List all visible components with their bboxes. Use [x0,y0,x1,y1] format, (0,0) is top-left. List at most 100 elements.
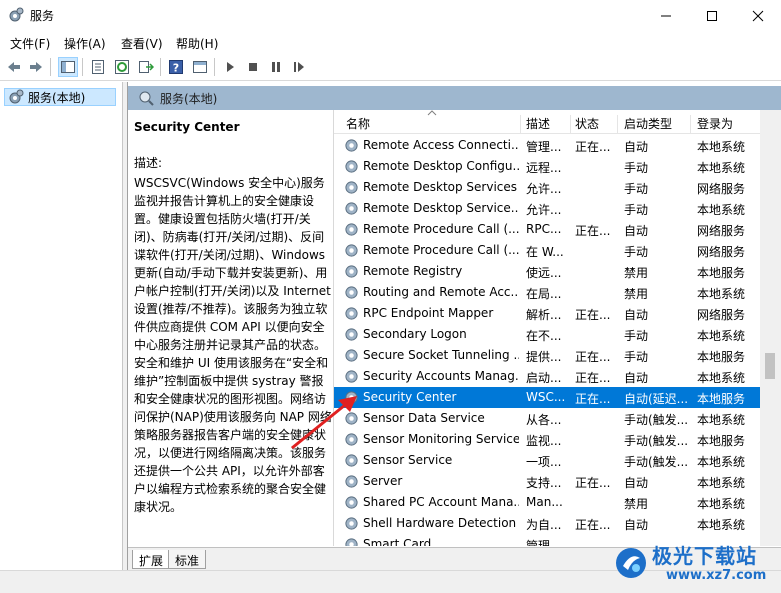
vertical-scrollbar[interactable] [760,110,781,546]
service-gear-icon [345,349,358,362]
service-name: Sensor Service [363,453,453,467]
scrollbar-thumb[interactable] [765,353,775,379]
service-row[interactable]: Sensor Service 一项... 手动(触发... 本地系统 [334,450,765,471]
service-row[interactable]: Security Accounts Manag... 启动... 正在... 自动 本地… [334,366,765,387]
start-service-button[interactable] [220,57,240,77]
service-description: WSC... [526,390,566,404]
service-row[interactable]: Server 支持... 正在... 自动 本地系统 [334,471,765,492]
tab-standard[interactable]: 标准 [168,550,207,569]
service-name: Remote Desktop Service... [363,201,519,215]
pause-service-button[interactable] [266,57,286,77]
menu-file[interactable]: 文件(F) [10,35,50,52]
export-list-button[interactable] [136,57,156,77]
service-row[interactable]: Remote Procedure Call (... RPC... 正在... 自动 网… [334,219,765,240]
maximize-icon [707,10,717,21]
service-gear-icon [345,202,358,215]
service-row[interactable]: Remote Desktop Services 允许... 手动 网络服务 [334,177,765,198]
maximize-button[interactable] [689,0,735,31]
service-row[interactable]: Remote Procedure Call (... 在 W... 手动 网络服务 [334,240,765,261]
service-startup-type: 手动(触发... [624,434,688,448]
column-header-startup-type[interactable]: 启动类型 [624,115,672,132]
service-description: 为自... [526,518,562,532]
stop-service-button[interactable] [243,57,263,77]
title-bar: 服务 [0,0,781,31]
restart-service-button[interactable] [289,57,309,77]
forward-button[interactable] [26,57,46,77]
service-log-on-as: 本地系统 [697,497,746,511]
service-name: Routing and Remote Acc... [363,285,519,299]
menu-help[interactable]: 帮助(H) [176,35,218,52]
service-row[interactable]: Sensor Monitoring Service 监视... 手动(触发... 本地… [334,429,765,450]
close-icon [752,10,764,21]
refresh-button[interactable] [112,57,132,77]
tab-extended[interactable]: 扩展 [132,550,171,569]
console-tree: 服务(本地) [0,82,123,570]
column-divider[interactable] [617,115,618,133]
service-log-on-as: 本地服务 [697,350,746,364]
service-description: 支持... [526,476,562,490]
minimize-button[interactable] [643,0,689,31]
service-description: 远程... [526,161,562,175]
toolbar-separator [82,58,83,76]
service-startup-type: 自动 [624,308,649,322]
column-header-description[interactable]: 描述 [526,115,550,132]
column-divider[interactable] [520,115,521,133]
service-row[interactable]: Remote Registry 使远... 禁用 本地服务 [334,261,765,282]
service-gear-icon [345,139,358,152]
toolbar-separator [50,58,51,76]
service-name: Secondary Logon [363,327,467,341]
service-log-on-as: 本地系统 [697,329,746,343]
service-gear-icon [345,517,358,530]
watermark: 极光下载站 www.xz7.com [614,540,779,590]
back-button[interactable] [4,57,24,77]
service-gear-icon [345,370,358,383]
service-startup-type: 自动 [624,371,649,385]
service-startup-type: 自动 [624,518,649,532]
service-name: Security Center [363,390,457,404]
description-text: WSCSVC(Windows 安全中心)服务监视并报告计算机上的安全健康设置。健… [134,176,332,514]
service-gear-icon [345,538,358,546]
service-gear-icon [345,496,358,509]
toolbar: ? [0,53,781,81]
menu-view[interactable]: 查看(V) [121,35,163,52]
service-log-on-as: 网络服务 [697,308,746,322]
service-row[interactable]: Secure Socket Tunneling ... 提供... 正在... 手动 本… [334,345,765,366]
service-gear-icon [345,244,358,257]
service-row[interactable]: Shell Hardware Detection 为自... 正在... 自动 本地系统 [334,513,765,534]
show-hide-console-tree-button[interactable] [58,57,78,77]
service-row[interactable]: RPC Endpoint Mapper 解析... 正在... 自动 网络服务 [334,303,765,324]
service-row[interactable]: Routing and Remote Acc... 在局... 禁用 本地系统 [334,282,765,303]
service-row[interactable]: Remote Desktop Service... 允许... 手动 本地系统 [334,198,765,219]
tree-item-services-local[interactable]: 服务(本地) [4,88,116,106]
service-log-on-as: 本地系统 [697,476,746,490]
service-row[interactable]: Sensor Data Service 从各... 手动(触发... 本地系统 [334,408,765,429]
column-divider[interactable] [570,115,571,133]
column-header-name[interactable]: 名称 [346,115,370,132]
service-row[interactable]: Remote Access Connecti... 管理... 正在... 自动 本地系… [334,135,765,156]
service-log-on-as: 本地系统 [697,203,746,217]
service-log-on-as: 本地系统 [697,287,746,301]
service-name: Secure Socket Tunneling ... [363,348,519,362]
service-description: Man... [526,495,563,509]
menu-action[interactable]: 操作(A) [64,35,106,52]
service-row[interactable]: Shared PC Account Mana... Man... 禁用 本地系统 [334,492,765,513]
console-tree-icon [61,61,75,73]
service-description: 一项... [526,455,562,469]
column-header-status[interactable]: 状态 [575,115,599,132]
service-name: Remote Access Connecti... [363,138,519,152]
properties-button[interactable] [88,57,108,77]
close-button[interactable] [735,0,781,31]
show-action-pane-button[interactable] [190,57,210,77]
help-button[interactable]: ? [166,57,186,77]
service-status: 正在... [575,518,611,532]
service-log-on-as: 本地系统 [697,413,746,427]
service-log-on-as: 网络服务 [697,224,746,238]
column-header-log-on-as[interactable]: 登录为 [697,115,733,132]
service-row[interactable]: Security Center WSC... 正在... 自动(延迟... 本地服务 [334,387,765,408]
column-divider[interactable] [690,115,691,133]
service-row[interactable]: Secondary Logon 在不... 手动 本地系统 [334,324,765,345]
service-log-on-as: 网络服务 [697,245,746,259]
service-status: 正在... [575,371,611,385]
service-row[interactable]: Remote Desktop Configu... 远程... 手动 本地系统 [334,156,765,177]
service-startup-type: 自动 [624,140,649,154]
